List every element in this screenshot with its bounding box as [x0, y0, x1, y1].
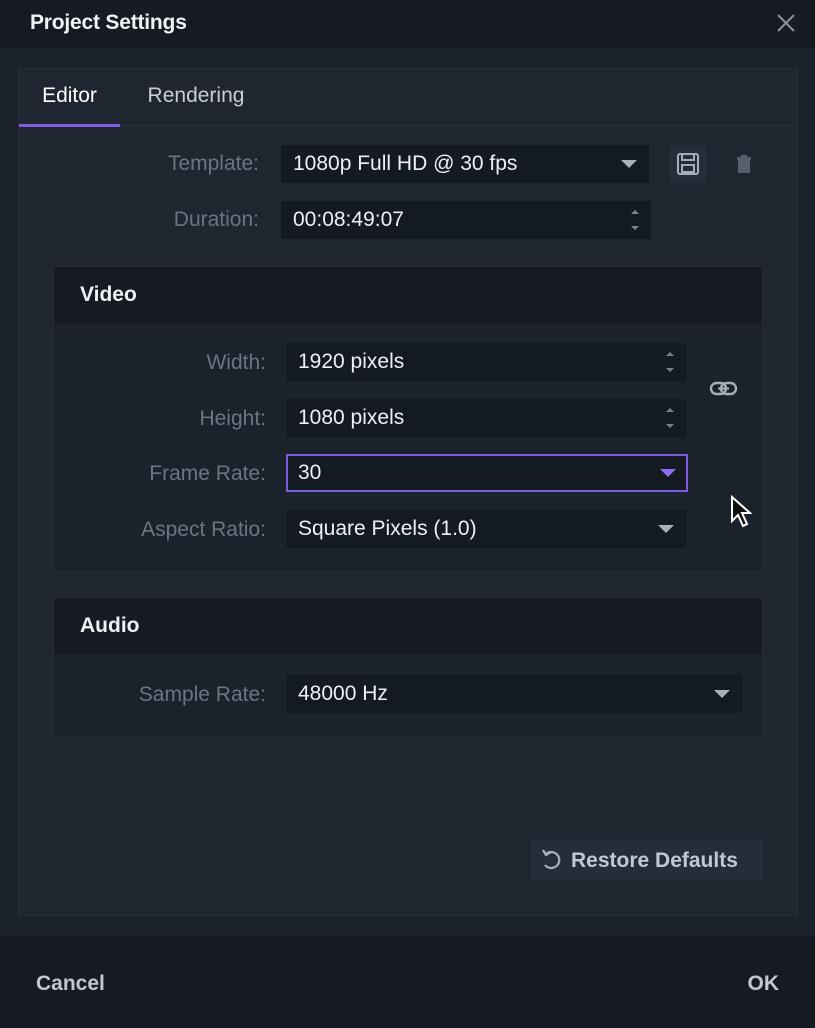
frame-rate-select[interactable]: 30 — [286, 454, 688, 492]
video-title: Video — [80, 283, 137, 306]
height-stepper[interactable] — [666, 405, 676, 431]
save-template-button[interactable] — [669, 145, 707, 183]
ok-button[interactable]: OK — [748, 964, 780, 1004]
delete-template-button[interactable] — [727, 145, 761, 183]
sample-rate-select[interactable]: 48000 Hz — [286, 675, 742, 713]
save-icon — [677, 153, 699, 175]
width-stepper[interactable] — [666, 349, 676, 375]
frame-rate-label: Frame Rate: — [149, 462, 266, 485]
aspect-ratio-select[interactable]: Square Pixels (1.0) — [286, 510, 686, 548]
mouse-cursor-icon — [731, 495, 753, 528]
audio-group: Audio Sample Rate: 48000 Hz — [53, 597, 763, 737]
close-button[interactable] — [775, 12, 797, 34]
settings-panel: Editor Rendering Template: 1080p Full HD… — [18, 68, 798, 916]
aspect-ratio-label: Aspect Ratio: — [141, 518, 266, 541]
height-label: Height: — [199, 407, 266, 430]
audio-title: Audio — [80, 614, 140, 637]
dialog-footer: Cancel OK — [0, 936, 815, 1028]
chevron-down-icon — [621, 160, 637, 168]
width-value: 1920 pixels — [298, 350, 405, 373]
template-value: 1080p Full HD @ 30 fps — [293, 152, 518, 175]
sample-rate-label: Sample Rate: — [138, 683, 266, 706]
height-value: 1080 pixels — [298, 406, 405, 429]
video-group: Video Width: 1920 pixels Height: 1080 pi… — [53, 266, 763, 572]
chevron-down-icon — [660, 469, 676, 477]
height-field[interactable]: 1080 pixels — [286, 399, 686, 437]
width-label: Width: — [206, 351, 266, 374]
duration-stepper[interactable] — [631, 207, 641, 233]
trash-icon — [737, 155, 751, 173]
link-icon — [709, 381, 738, 396]
duration-label: Duration: — [173, 208, 259, 231]
aspect-ratio-value: Square Pixels (1.0) — [298, 517, 477, 540]
tab-bar: Editor Rendering — [19, 69, 797, 127]
duration-value: 00:08:49:07 — [293, 208, 404, 231]
cancel-button[interactable]: Cancel — [36, 964, 105, 1004]
restore-defaults-button[interactable]: Restore Defaults — [531, 840, 763, 880]
close-icon — [777, 14, 795, 32]
tab-rendering[interactable]: Rendering — [137, 69, 255, 125]
tab-editor[interactable]: Editor — [19, 69, 120, 127]
template-select[interactable]: 1080p Full HD @ 30 fps — [281, 145, 649, 183]
duration-field[interactable]: 00:08:49:07 — [281, 201, 651, 239]
audio-group-header: Audio — [54, 598, 762, 654]
width-field[interactable]: 1920 pixels — [286, 343, 686, 381]
sample-rate-value: 48000 Hz — [298, 682, 388, 705]
frame-rate-value: 30 — [298, 461, 322, 484]
title-bar: Project Settings — [0, 0, 815, 48]
restore-icon — [542, 849, 561, 870]
link-dimensions-button[interactable] — [706, 375, 742, 403]
restore-defaults-label: Restore Defaults — [571, 849, 738, 872]
template-label: Template: — [167, 152, 259, 175]
chevron-down-icon — [658, 525, 674, 533]
video-group-header: Video — [54, 267, 762, 323]
dialog-title: Project Settings — [30, 11, 187, 34]
chevron-down-icon — [714, 690, 730, 698]
